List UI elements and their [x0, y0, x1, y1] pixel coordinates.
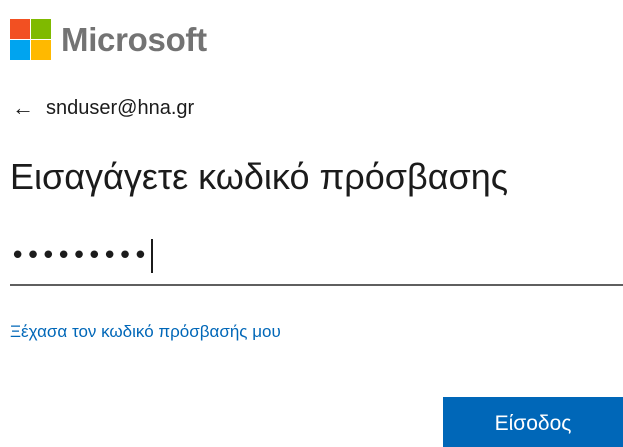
sign-in-button[interactable]: Είσοδος	[443, 397, 623, 447]
forgot-password-link[interactable]: Ξέχασα τον κωδικό πρόσβασής μου	[10, 322, 281, 342]
identity-email: snduser@hna.gr	[46, 96, 195, 119]
microsoft-logo-icon	[10, 19, 51, 60]
text-caret	[151, 239, 154, 273]
identity-back-button[interactable]: ← snduser@hna.gr	[12, 96, 194, 120]
sign-in-page: Microsoft ← snduser@hna.gr Εισαγάγετε κω…	[0, 0, 623, 447]
logo-square-green	[31, 19, 51, 39]
arrow-left-icon: ←	[12, 95, 34, 120]
password-masked-value: •••••••••	[10, 241, 149, 271]
logo-square-red	[10, 19, 30, 39]
logo-square-blue	[10, 40, 30, 60]
logo-square-yellow	[31, 40, 51, 60]
logo-text: Microsoft	[61, 21, 207, 58]
page-title: Εισαγάγετε κωδικό πρόσβασης	[10, 156, 509, 197]
microsoft-logo: Microsoft	[10, 19, 207, 60]
password-input[interactable]: •••••••••	[10, 228, 623, 286]
